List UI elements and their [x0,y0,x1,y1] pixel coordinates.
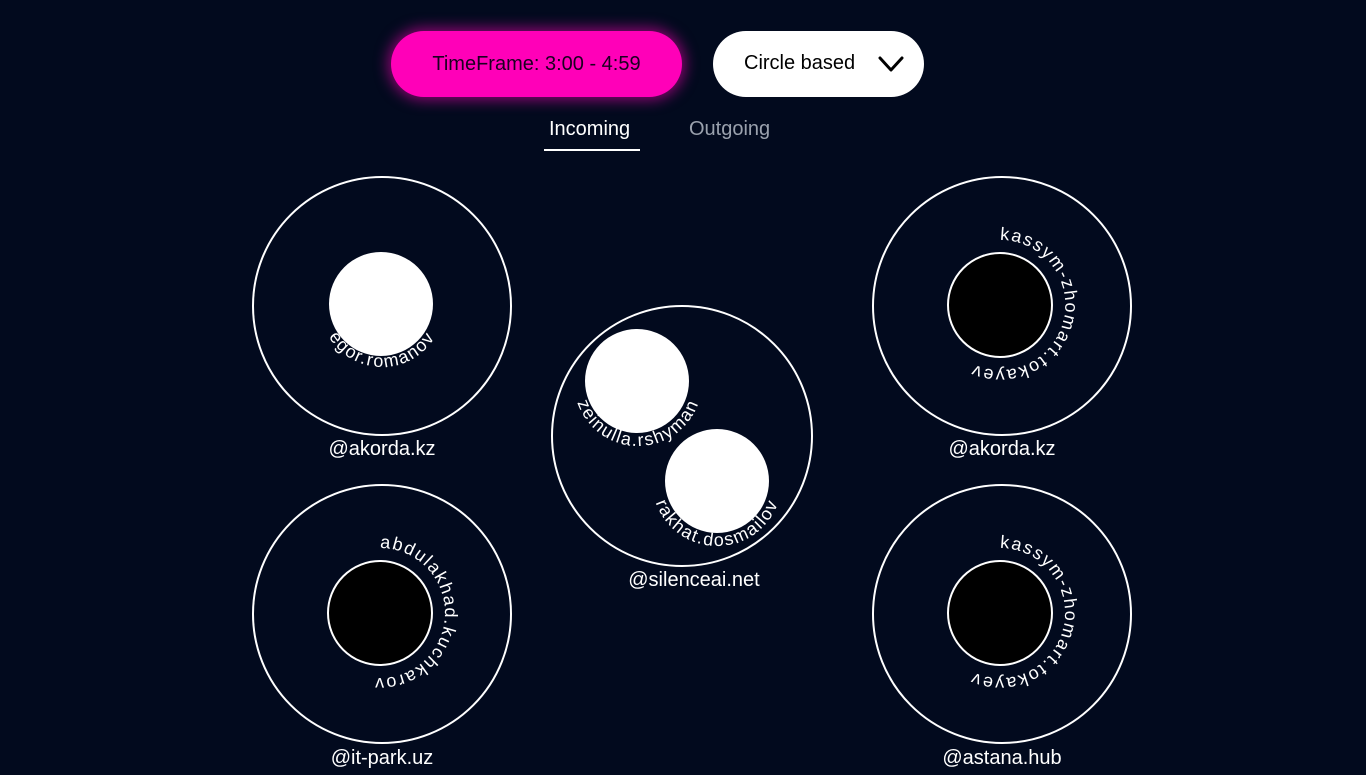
member-node[interactable] [327,560,433,666]
group-circle-silenceai[interactable]: zeinulla.rshyman rakhat.dosmailov [551,305,813,567]
group-circle-akorda-1[interactable]: egor.romanov [252,176,512,436]
group-domain-label: @it-park.uz [330,747,434,769]
group-domain-label: @silenceai.net [628,569,760,591]
group-circle-astana-hub[interactable]: kassym-zhomart.tokayev [872,484,1132,744]
group-circle-it-park[interactable]: abdulakhad.kuchkarov [252,484,512,744]
group-domain-label: @akorda.kz [948,438,1056,460]
group-domain-label: @akorda.kz [328,438,436,460]
group-circle-akorda-2[interactable]: kassym-zhomart.tokayev [872,176,1132,436]
member-node[interactable] [947,252,1053,358]
member-node[interactable] [947,560,1053,666]
circle-visualization: egor.romanov zeinulla.rshyman rakhat.dos… [252,176,1132,744]
app-stage: TimeFrame: 3:00 - 4:59 Circle based Inco… [0,0,1366,775]
group-domain-label: @astana.hub [942,747,1062,769]
